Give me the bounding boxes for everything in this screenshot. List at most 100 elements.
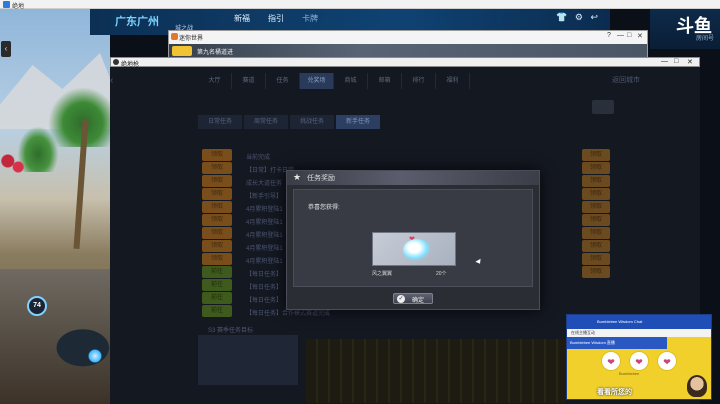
game-nav-tab[interactable]: 兑奖场 bbox=[300, 73, 334, 89]
reward-item-name: 风之翼翼 bbox=[372, 271, 393, 277]
task-action-button[interactable]: 前往 bbox=[202, 305, 232, 317]
flowers-graphic bbox=[0, 149, 26, 179]
confirm-button[interactable]: ✓ 确定 bbox=[393, 293, 433, 304]
game-nav-tab[interactable]: 商城 bbox=[334, 73, 368, 89]
stream-logo: 斗鱼 房间号 bbox=[650, 9, 720, 49]
game-scene: 74 ‹ bbox=[0, 9, 110, 404]
task-subtab[interactable]: 新手任务 bbox=[336, 115, 380, 129]
task-action-button[interactable]: 领取 bbox=[202, 214, 232, 226]
gear-icon[interactable]: ⚙ bbox=[575, 12, 583, 22]
hud-tab-cards[interactable]: 卡牌 bbox=[302, 13, 318, 24]
help-icon[interactable]: ? bbox=[607, 32, 611, 39]
star-icon: ★ bbox=[293, 172, 302, 182]
task-claim-button[interactable]: 领取 bbox=[582, 214, 610, 226]
task-text: 4月累积登陆1 bbox=[246, 246, 283, 252]
task-action-button[interactable]: 前往 bbox=[202, 292, 232, 304]
mini-world-window: 迷你世界 ? — □ ✕ 第九名桶道进 bbox=[168, 30, 648, 58]
task-text: 4月累积登陆1 bbox=[246, 259, 283, 265]
hud-city: 广东广州 bbox=[115, 16, 159, 28]
dialog-message: 恭喜您获得: bbox=[308, 205, 340, 211]
return-city-button[interactable]: 返回城市 bbox=[612, 75, 640, 85]
hud-tab-new[interactable]: 新福 bbox=[234, 13, 250, 24]
streamer-avatar bbox=[687, 375, 707, 397]
task-action-button[interactable]: 领取 bbox=[202, 149, 232, 161]
task-action-button[interactable]: 领取 bbox=[202, 188, 232, 200]
task-action-button[interactable]: 领取 bbox=[202, 162, 232, 174]
mini-world-banner-text: 第九名桶道进 bbox=[197, 50, 234, 56]
reward-item-count: 20个 bbox=[436, 271, 447, 277]
kart-light-graphic bbox=[88, 349, 102, 363]
game-nav-tab[interactable]: 大厅 bbox=[198, 73, 232, 89]
task-text: 4月累积登陆1 bbox=[246, 207, 283, 213]
speaker-icon[interactable] bbox=[592, 100, 614, 114]
task-action-button[interactable]: 领取 bbox=[202, 175, 232, 187]
task-subtab[interactable]: 周常任务 bbox=[244, 115, 288, 129]
mini-world-title: 迷你世界 bbox=[179, 36, 204, 42]
task-subtab[interactable]: 日常任务 bbox=[198, 115, 242, 129]
wing-item-icon bbox=[403, 239, 431, 261]
inner-close-button[interactable]: ✕ bbox=[687, 58, 693, 66]
inner-app-icon bbox=[113, 59, 119, 65]
inner-minimize-button[interactable]: — bbox=[661, 58, 668, 65]
inner-maximize-button[interactable]: □ bbox=[674, 58, 678, 65]
room-label: 房间号 bbox=[695, 36, 714, 42]
stream-info-text: Bumblebee Wisdom 直播 bbox=[570, 340, 615, 345]
task-claim-button[interactable]: 领取 bbox=[582, 201, 610, 213]
task-claim-button[interactable]: 领取 bbox=[582, 149, 610, 161]
task-subtabs: 日常任务 周常任务 挑战任务 新手任务 bbox=[198, 115, 382, 129]
back-arrow-icon[interactable]: ‹ bbox=[110, 75, 113, 86]
game-nav-tab[interactable]: 排行 bbox=[402, 73, 436, 89]
reward-grid bbox=[306, 339, 566, 403]
task-text: 【新手引导】 bbox=[246, 194, 283, 200]
close-button[interactable]: ✕ bbox=[637, 32, 643, 40]
maximize-button[interactable]: □ bbox=[627, 32, 631, 39]
task-action-button[interactable]: 领取 bbox=[202, 240, 232, 252]
task-claim-button[interactable]: 领取 bbox=[582, 266, 610, 278]
confirm-button-label: 确定 bbox=[412, 298, 425, 304]
stream-subheader: 在线主播互动 bbox=[567, 329, 711, 337]
stream-header-text: Bumblebee Wisdom Chat bbox=[597, 319, 643, 324]
task-action-button[interactable]: 前往 bbox=[202, 266, 232, 278]
task-text: 4月累积登陆1 bbox=[246, 220, 283, 226]
game-nav-tab[interactable]: 任务 bbox=[266, 73, 300, 89]
game-nav: 大厅 赛道 任务 兑奖场 商城 邮箱 排行 福利 bbox=[198, 73, 618, 91]
hud-tab-guide[interactable]: 指引 bbox=[268, 13, 284, 24]
task-text: 成长大道任务 bbox=[246, 181, 283, 187]
task-subtab[interactable]: 挑战任务 bbox=[290, 115, 334, 129]
game-nav-tab[interactable]: 福利 bbox=[436, 73, 470, 89]
task-text: 【每日任务】 bbox=[246, 285, 283, 291]
outer-window-titlebar: 绝地 bbox=[0, 0, 720, 10]
mini-world-banner: 第九名桶道进 bbox=[169, 44, 647, 58]
mini-world-logo bbox=[172, 46, 192, 56]
task-claim-button[interactable]: 领取 bbox=[582, 253, 610, 265]
game-nav-tab[interactable]: 赛道 bbox=[232, 73, 266, 89]
task-claim-button[interactable]: 领取 bbox=[582, 175, 610, 187]
task-claim-button[interactable]: 领取 bbox=[582, 162, 610, 174]
back-icon[interactable]: ↩ bbox=[590, 12, 598, 22]
screen: 绝地 74 ‹ 广东广州 城之战 新福 指引 卡牌 👕 ⚙ ↩ 斗鱼 房间号 迷… bbox=[0, 0, 720, 404]
skin-icon[interactable]: 👕 bbox=[556, 12, 567, 22]
speedometer: 74 bbox=[27, 296, 47, 316]
task-claim-button[interactable]: 领取 bbox=[582, 240, 610, 252]
stream-caption: 看看所您的 bbox=[597, 389, 632, 396]
hud-icons: 👕 ⚙ ↩ bbox=[556, 12, 598, 23]
task-action-button[interactable]: 领取 bbox=[202, 227, 232, 239]
task-text: 4月累积登陆1 bbox=[246, 233, 283, 239]
stream-sub-text: 在线主播互动 bbox=[571, 330, 595, 335]
game-nav-tab[interactable]: 邮箱 bbox=[368, 73, 402, 89]
task-reward-dialog: ★ 任务奖励 恭喜您获得: ❤ 风之翼翼 20个 ✓ 确定 bbox=[286, 170, 540, 310]
dialog-header: ★ 任务奖励 bbox=[287, 171, 539, 185]
task-action-button[interactable]: 前往 bbox=[202, 279, 232, 291]
minimize-button[interactable]: — bbox=[617, 32, 624, 39]
character-panel bbox=[198, 335, 298, 385]
task-claim-button[interactable]: 领取 bbox=[582, 227, 610, 239]
heart-circle-icon: ❤ bbox=[601, 351, 621, 371]
check-icon: ✓ bbox=[397, 295, 405, 303]
reward-item-image: ❤ bbox=[372, 232, 456, 266]
task-action-button[interactable]: 领取 bbox=[202, 201, 232, 213]
task-action-button[interactable]: 领取 bbox=[202, 253, 232, 265]
task-claim-button[interactable]: 领取 bbox=[582, 188, 610, 200]
side-collapse-arrow-icon[interactable]: ‹ bbox=[1, 41, 11, 57]
inner-window-titlebar: 绝地枪 — □ ✕ bbox=[110, 57, 700, 68]
stream-mid-text: Bumblebee bbox=[619, 371, 640, 376]
